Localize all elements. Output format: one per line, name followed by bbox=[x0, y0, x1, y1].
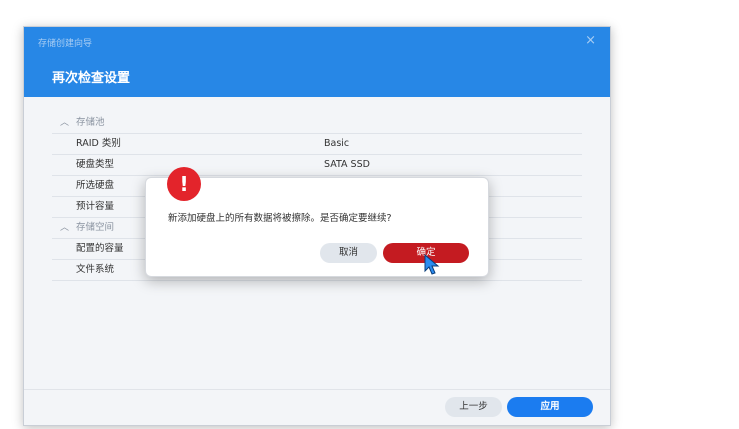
row-value: SATA SSD bbox=[324, 159, 370, 170]
section-storage-pool[interactable]: ︿ 存储池 bbox=[52, 113, 582, 134]
row-label: 硬盘类型 bbox=[76, 159, 115, 170]
chevron-up-icon[interactable]: ︿ bbox=[60, 113, 69, 133]
row-label: 文件系统 bbox=[76, 264, 115, 275]
row-label: 所选硬盘 bbox=[76, 180, 115, 191]
summary-row: RAID 类别 Basic bbox=[52, 134, 582, 155]
row-value: Basic bbox=[324, 138, 350, 149]
row-label: RAID 类别 bbox=[76, 138, 121, 149]
chevron-up-icon[interactable]: ︿ bbox=[60, 218, 69, 238]
section-label: 存储空间 bbox=[76, 222, 115, 233]
step-title: 再次检查设置 bbox=[52, 71, 131, 86]
cancel-button[interactable]: 取消 bbox=[320, 243, 377, 263]
confirm-message: 新添加硬盘上的所有数据将被擦除。是否确定要继续? bbox=[168, 213, 392, 224]
close-icon[interactable]: × bbox=[585, 33, 596, 48]
wizard-header: 存储创建向导 × 再次检查设置 bbox=[24, 27, 610, 97]
summary-row: 硬盘类型 SATA SSD bbox=[52, 155, 582, 176]
wizard-footer: 上一步 应用 bbox=[24, 389, 610, 425]
row-label: 预计容量 bbox=[76, 201, 115, 212]
mouse-pointer-icon bbox=[424, 254, 440, 275]
apply-button[interactable]: 应用 bbox=[507, 397, 593, 417]
exclamation-icon: ! bbox=[167, 167, 201, 201]
window-title: 存储创建向导 bbox=[38, 39, 93, 49]
section-label: 存储池 bbox=[76, 117, 105, 128]
row-label: 配置的容量 bbox=[76, 243, 124, 254]
previous-button[interactable]: 上一步 bbox=[445, 397, 502, 417]
